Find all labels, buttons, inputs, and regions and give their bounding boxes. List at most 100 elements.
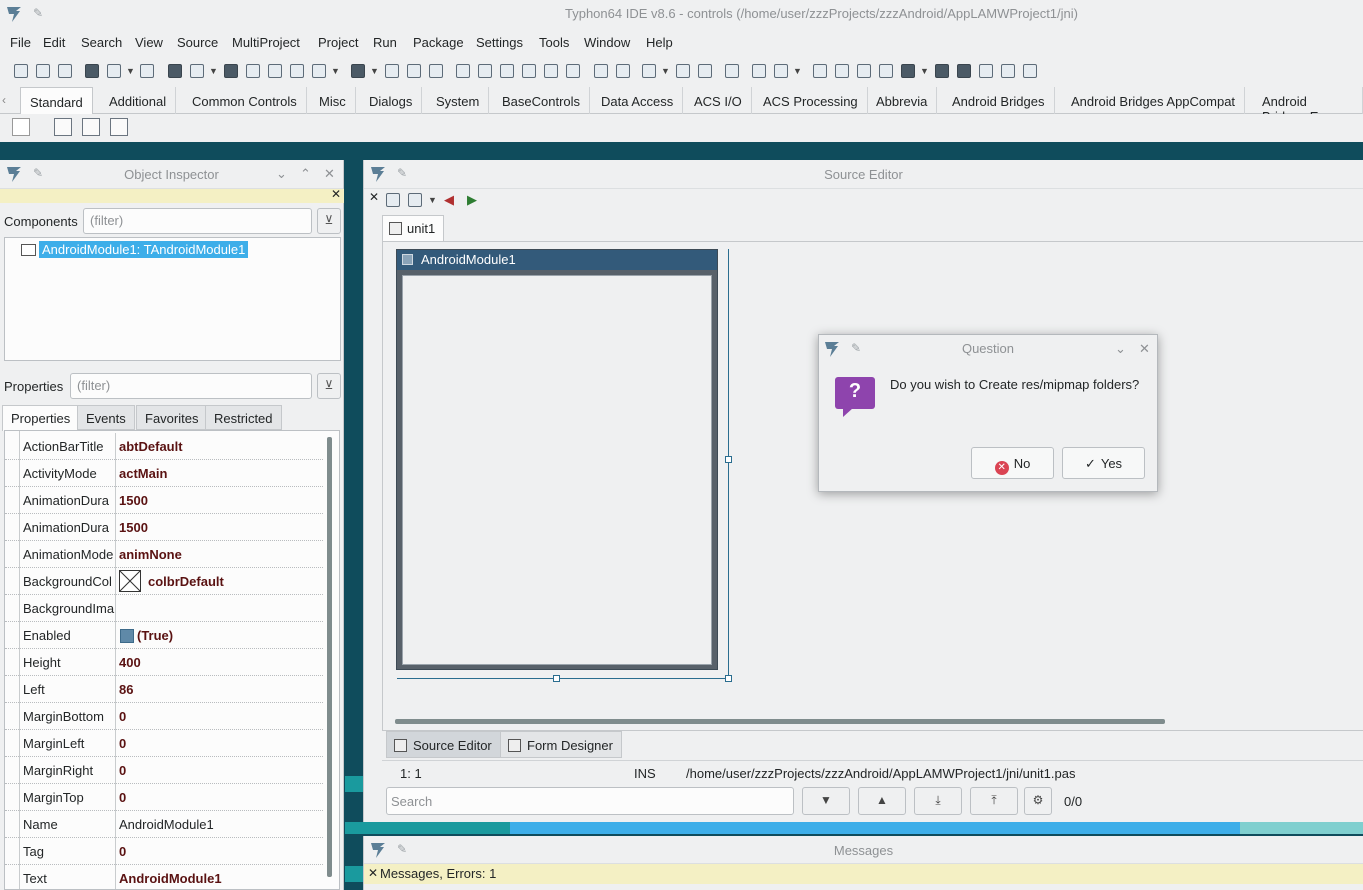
find-previous-icon[interactable]: ▲ (858, 787, 906, 815)
project-icon[interactable] (385, 64, 399, 78)
options-icon[interactable] (725, 64, 739, 78)
run-params-icon[interactable] (901, 64, 915, 78)
project-add-icon[interactable] (407, 64, 421, 78)
menu-package[interactable]: Package (413, 35, 464, 50)
tab-dialogs[interactable]: Dialogs (360, 87, 423, 114)
resize-handle[interactable] (553, 675, 560, 682)
main-menu-icon[interactable] (54, 118, 72, 136)
minimize-icon[interactable]: ⌄ (276, 166, 287, 182)
new-unit-icon[interactable] (58, 64, 72, 78)
chevron-down-icon[interactable]: ▼ (331, 66, 340, 76)
arrow-back-icon[interactable]: ◀ (444, 192, 454, 208)
resize-handle[interactable] (725, 456, 732, 463)
view-forms-icon[interactable] (268, 64, 282, 78)
menu-view[interactable]: View (135, 35, 163, 50)
property-value[interactable]: 400 (119, 655, 141, 670)
designed-form[interactable]: AndroidModule1 (396, 249, 718, 670)
property-value[interactable]: 0 (119, 790, 126, 805)
tab-form-designer[interactable]: Form Designer (500, 731, 622, 758)
property-row[interactable]: MarginBottom 0 (5, 703, 323, 730)
tab-abbrevia[interactable]: Abbrevia (867, 87, 938, 114)
property-value[interactable]: 86 (119, 682, 133, 697)
layout-icon[interactable] (566, 64, 580, 78)
inspector-icon[interactable] (456, 64, 470, 78)
property-value[interactable]: 0 (119, 763, 126, 778)
build-icon[interactable] (290, 64, 304, 78)
tab-properties[interactable]: Properties (2, 405, 80, 431)
open-icon[interactable] (85, 64, 99, 78)
chevron-down-icon[interactable]: ▼ (126, 66, 135, 76)
step-into-icon[interactable] (979, 64, 993, 78)
tab-common-controls[interactable]: Common Controls (183, 87, 307, 114)
tree-node-label[interactable]: AndroidModule1: TAndroidModule1 (39, 241, 249, 258)
property-row[interactable]: Text AndroidModule1 (5, 865, 323, 889)
wrench-icon[interactable] (752, 64, 766, 78)
step-out-icon[interactable] (1023, 64, 1037, 78)
menu-run[interactable]: Run (373, 35, 397, 50)
close-file-icon[interactable] (190, 64, 204, 78)
step-over-icon[interactable] (1001, 64, 1015, 78)
property-value[interactable]: 0 (119, 709, 126, 724)
gear-build-icon[interactable] (835, 64, 849, 78)
menu-project[interactable]: Project (318, 35, 358, 50)
components-filter-input[interactable]: (filter) (83, 208, 312, 234)
property-row[interactable]: ActivityMode actMain (5, 460, 323, 487)
chevron-down-icon[interactable]: ▼ (661, 66, 670, 76)
menu-search[interactable]: Search (81, 35, 122, 50)
new-form-icon[interactable] (36, 64, 50, 78)
property-row[interactable]: BackgroundIma (5, 595, 323, 622)
chevron-down-icon[interactable]: ▼ (209, 66, 218, 76)
tab-unit1[interactable]: unit1 (382, 215, 445, 241)
property-value[interactable]: 1500 (119, 520, 148, 535)
close-icon[interactable]: ✕ (324, 166, 335, 182)
yes-button[interactable]: ✓ Yes (1062, 447, 1145, 479)
tab-android-bridges-appcompat[interactable]: Android Bridges AppCompat (1062, 87, 1246, 114)
tab-misc[interactable]: Misc (310, 87, 356, 114)
clear-filter-icon[interactable]: ⊻ (317, 208, 341, 234)
property-value[interactable]: 0 (119, 736, 126, 751)
property-row[interactable]: AnimationMode animNone (5, 541, 323, 568)
search-options-icon[interactable]: ⚙ (1024, 787, 1052, 815)
property-row[interactable]: Tag 0 (5, 838, 323, 865)
properties-filter-input[interactable]: (filter) (70, 373, 312, 399)
run-options-icon[interactable] (351, 64, 365, 78)
resize-handle[interactable] (725, 675, 732, 682)
compile-icon[interactable] (312, 64, 326, 78)
menu-multiproject[interactable]: MultiProject (232, 35, 300, 50)
menu-help[interactable]: Help (646, 35, 673, 50)
chevron-down-icon[interactable]: ▼ (920, 66, 929, 76)
search-gear-icon[interactable] (857, 64, 871, 78)
vertical-scrollbar[interactable] (327, 437, 332, 877)
menu-tools[interactable]: Tools (539, 35, 569, 50)
property-value[interactable]: AndroidModule1 (119, 871, 222, 886)
property-row[interactable]: Enabled (True) (5, 622, 323, 649)
find-last-icon[interactable]: ⤓ (914, 787, 962, 815)
find-icon[interactable] (478, 64, 492, 78)
project-remove-icon[interactable] (429, 64, 443, 78)
file-list-icon[interactable] (386, 193, 400, 207)
checkbox-icon[interactable] (120, 629, 134, 643)
chevron-down-icon[interactable]: ▼ (370, 66, 379, 76)
property-value[interactable]: abtDefault (119, 439, 183, 454)
horizontal-scrollbar[interactable] (395, 719, 1165, 724)
tab-basecontrols[interactable]: BaseControls (493, 87, 591, 114)
property-value[interactable]: colbrDefault (148, 574, 224, 589)
color-swatch-icon[interactable] (119, 570, 141, 592)
tab-acs-io[interactable]: ACS I/O (685, 87, 752, 114)
tab-android-bridges[interactable]: Android Bridges (943, 87, 1055, 114)
close-icon[interactable]: ✕ (331, 187, 341, 201)
no-button[interactable]: ✕ No (971, 447, 1054, 479)
property-row[interactable]: AnimationDura 1500 (5, 487, 323, 514)
close-icon[interactable]: ✕ (368, 866, 378, 880)
menu-edit[interactable]: Edit (43, 35, 65, 50)
pause-icon[interactable] (935, 64, 949, 78)
property-row[interactable]: Left 86 (5, 676, 323, 703)
align-icon[interactable] (594, 64, 608, 78)
tab-order-icon[interactable] (642, 64, 656, 78)
package-icon[interactable] (676, 64, 690, 78)
toggle-form-icon[interactable] (224, 64, 238, 78)
tab-restricted[interactable]: Restricted (205, 405, 282, 430)
menu-source[interactable]: Source (177, 35, 218, 50)
chevron-down-icon[interactable]: ▼ (428, 195, 437, 205)
tab-android-bridges-e[interactable]: Android Bridges E (1253, 87, 1363, 124)
